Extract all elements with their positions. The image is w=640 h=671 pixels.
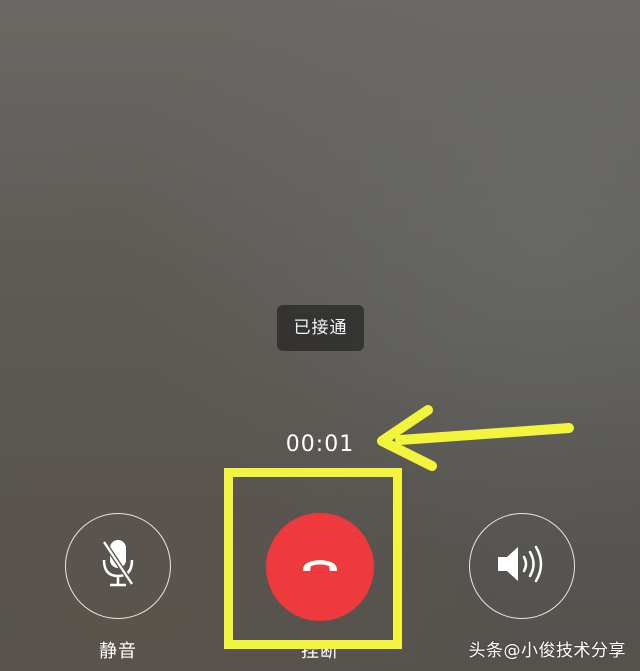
watermark: 头条@小俊技术分享 [468, 641, 626, 661]
speaker-icon [496, 544, 548, 588]
call-screen: 已接通 00:01 静音 挂断 头条@小俊技术分享 [0, 0, 640, 671]
hangup-label: 挂断 [301, 641, 339, 662]
mute-label: 静音 [99, 641, 137, 662]
hangup-button[interactable] [266, 513, 374, 621]
microphone-muted-icon [101, 538, 135, 594]
speaker-button[interactable] [469, 513, 575, 619]
call-timer: 00:01 [285, 432, 355, 457]
mute-button[interactable] [65, 513, 171, 619]
call-connected-toast: 已接通 [277, 305, 364, 351]
phone-hangup-icon [300, 555, 340, 579]
